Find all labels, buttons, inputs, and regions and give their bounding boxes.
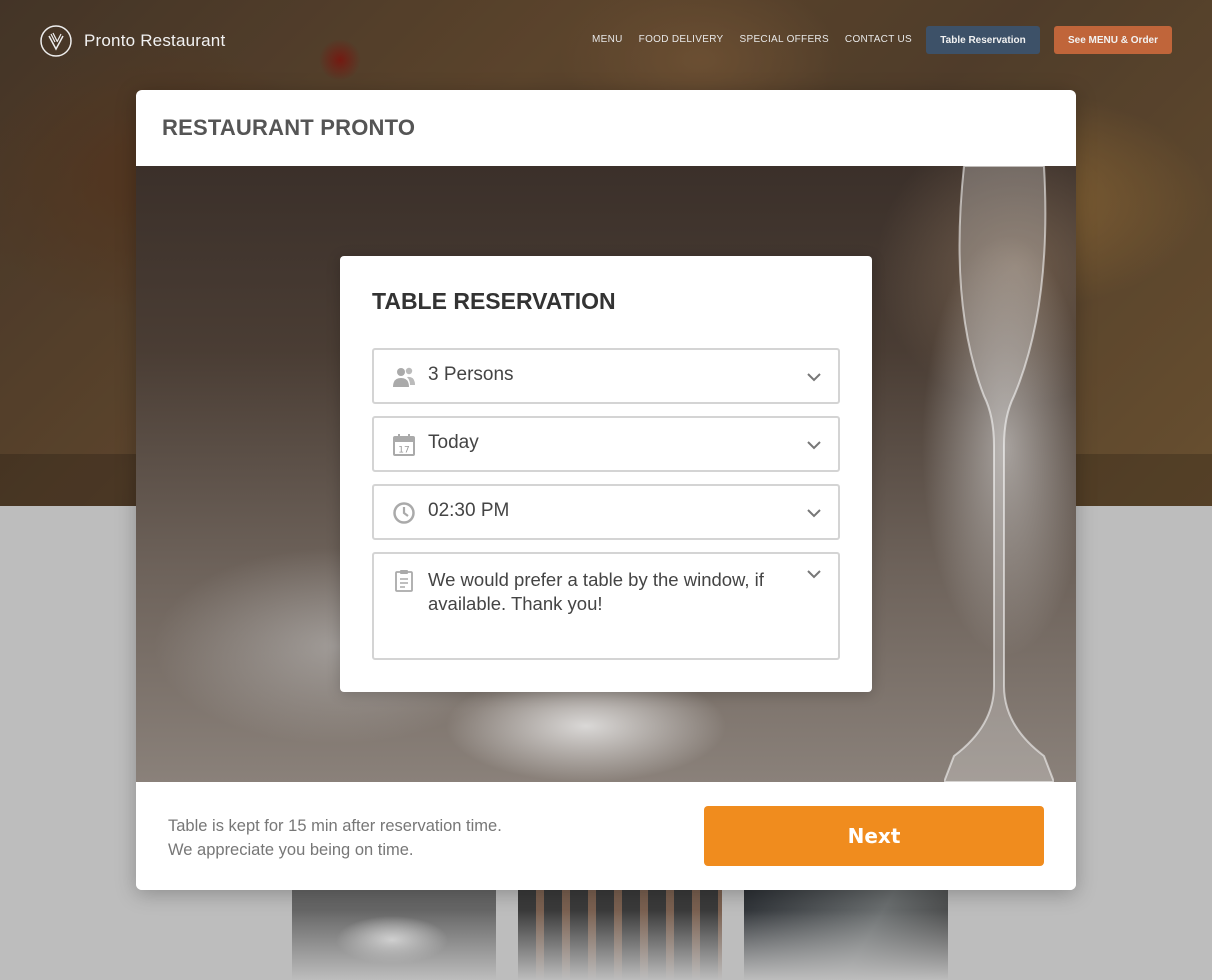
- notes-icon: [395, 570, 413, 592]
- special-requests-text: We would prefer a table by the window, i…: [428, 569, 764, 614]
- calendar-icon: 17: [393, 434, 415, 456]
- chevron-down-icon: [807, 373, 821, 382]
- next-button[interactable]: Next: [704, 806, 1044, 866]
- nav-link-food-delivery[interactable]: FOOD DELIVERY: [639, 34, 724, 45]
- time-select[interactable]: 02:30 PM: [372, 484, 840, 540]
- form-title: TABLE RESERVATION: [372, 288, 616, 314]
- table-reservation-button[interactable]: Table Reservation: [926, 26, 1040, 54]
- nav-links: MENU FOOD DELIVERY SPECIAL OFFERS CONTAC…: [592, 34, 912, 45]
- persons-select[interactable]: 3 Persons: [372, 348, 840, 404]
- card-footer: Table is kept for 15 min after reservati…: [136, 782, 1076, 890]
- chevron-down-icon: [807, 570, 821, 579]
- clock-icon: [393, 502, 415, 524]
- special-requests-field[interactable]: We would prefer a table by the window, i…: [372, 552, 840, 660]
- reservation-note: Table is kept for 15 min after reservati…: [168, 814, 502, 862]
- nav-link-menu[interactable]: MENU: [592, 34, 623, 45]
- wine-glass-image: [944, 166, 1054, 782]
- table-reservation-form: TABLE RESERVATION 3 Persons 17 Today 02:…: [340, 256, 872, 692]
- card-title: RESTAURANT PRONTO: [162, 115, 416, 140]
- people-icon: [393, 367, 415, 387]
- brand-logo[interactable]: Pronto Restaurant: [40, 25, 225, 57]
- date-select[interactable]: 17 Today: [372, 416, 840, 472]
- date-value: Today: [428, 432, 479, 453]
- gallery-thumbnail: [744, 880, 948, 980]
- nav-link-contact-us[interactable]: CONTACT US: [845, 34, 912, 45]
- nav-link-special-offers[interactable]: SPECIAL OFFERS: [740, 34, 829, 45]
- persons-value: 3 Persons: [428, 364, 514, 385]
- time-value: 02:30 PM: [428, 500, 510, 521]
- top-navigation: Pronto Restaurant MENU FOOD DELIVERY SPE…: [0, 0, 1212, 80]
- gallery-thumbnail: [292, 880, 496, 980]
- chevron-down-icon: [807, 509, 821, 518]
- card-header: RESTAURANT PRONTO: [136, 90, 1076, 166]
- gallery-thumbnail: [518, 880, 722, 980]
- chevron-down-icon: [807, 441, 821, 450]
- reservation-note-line: Table is kept for 15 min after reservati…: [168, 817, 502, 835]
- fork-knife-heart-icon: [40, 25, 72, 57]
- calendar-day-number: 17: [398, 446, 409, 456]
- see-menu-order-button[interactable]: See MENU & Order: [1054, 26, 1172, 54]
- brand-name: Pronto Restaurant: [84, 31, 226, 50]
- reservation-note-line: We appreciate you being on time.: [168, 841, 414, 859]
